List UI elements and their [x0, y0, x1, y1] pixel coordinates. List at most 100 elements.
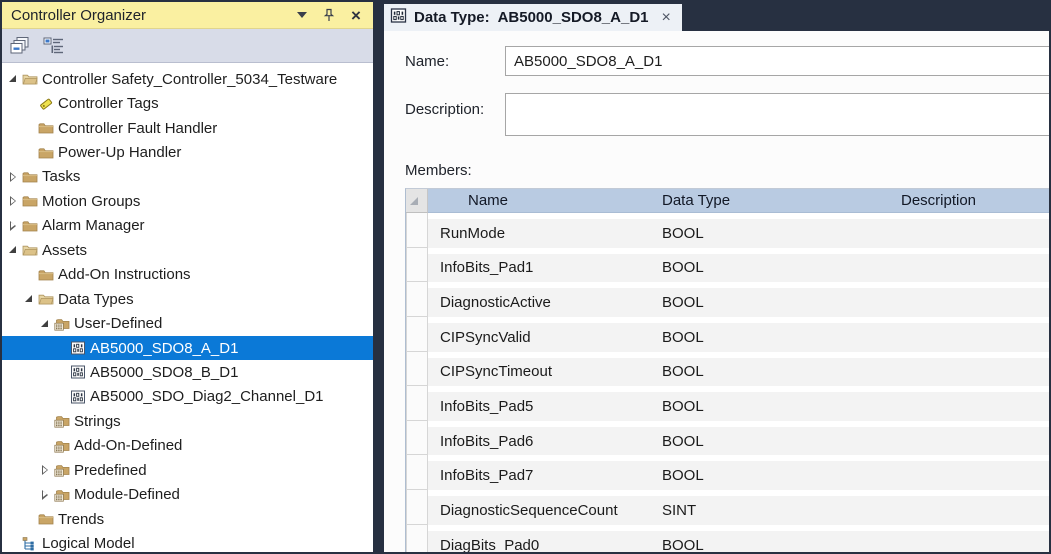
folder-icon — [22, 218, 38, 234]
tree-item-label: Module-Defined — [74, 486, 180, 503]
member-name-cell[interactable]: InfoBits_Pad7 — [428, 467, 652, 484]
tab-close-icon[interactable]: × — [662, 10, 671, 26]
collapse-all-button[interactable] — [7, 33, 33, 59]
tree-item-label: Controller Fault Handler — [58, 120, 217, 137]
member-name-cell[interactable]: InfoBits_Pad1 — [428, 259, 652, 276]
row-selector[interactable] — [406, 386, 428, 421]
table-row[interactable]: DiagnosticSequenceCountSINT — [406, 490, 1049, 525]
expander-collapsed-icon[interactable] — [6, 170, 20, 184]
tree-item-controller-fault-handler[interactable]: Controller Fault Handler — [2, 116, 373, 140]
row-selector[interactable] — [406, 213, 428, 248]
member-data-type-cell[interactable]: BOOL — [652, 398, 890, 415]
tree-item-data-types[interactable]: Data Types — [2, 287, 373, 311]
tree-item-trends[interactable]: Trends — [2, 507, 373, 531]
table-row[interactable]: DiagBits_Pad0BOOL — [406, 525, 1049, 552]
member-name-cell[interactable]: DiagnosticSequenceCount — [428, 502, 652, 519]
row-selector[interactable] — [406, 490, 428, 525]
tree-item-ab5000-sdo-diag2-channel-d1[interactable]: AB5000_SDO_Diag2_Channel_D1 — [2, 385, 373, 409]
member-name-cell[interactable]: CIPSyncTimeout — [428, 363, 652, 380]
panel-title: Controller Organizer — [11, 7, 283, 24]
expander-spacer — [54, 341, 68, 355]
tree-item-logical-model[interactable]: Logical Model — [2, 531, 373, 552]
tree-item-ab5000-sdo8-a-d1[interactable]: AB5000_SDO8_A_D1 — [2, 336, 373, 360]
tree-item-user-defined[interactable]: User-Defined — [2, 311, 373, 335]
member-name-cell[interactable]: CIPSyncValid — [428, 329, 652, 346]
editor-tabbar: Data Type: AB5000_SDO8_A_D1 × — [384, 2, 1049, 31]
column-header-data-type[interactable]: Data Type — [652, 189, 890, 213]
auto-hide-pin-button[interactable] — [321, 7, 337, 23]
tree-item-motion-groups[interactable]: Motion Groups — [2, 189, 373, 213]
folder-open-icon — [22, 242, 38, 258]
member-data-type-cell[interactable]: SINT — [652, 502, 890, 519]
expander-collapsed-icon[interactable] — [38, 463, 52, 477]
expander-expanded-icon[interactable] — [22, 292, 36, 306]
member-name-cell[interactable]: InfoBits_Pad6 — [428, 433, 652, 450]
close-panel-button[interactable]: × — [348, 7, 364, 23]
name-input[interactable] — [505, 46, 1049, 76]
row-selector[interactable] — [406, 455, 428, 490]
tree-item-label: AB5000_SDO_Diag2_Channel_D1 — [90, 388, 324, 405]
table-row[interactable]: InfoBits_Pad1BOOL — [406, 248, 1049, 283]
row-selector[interactable] — [406, 525, 428, 552]
tree-item-label: Strings — [74, 413, 121, 430]
member-data-type-cell[interactable]: BOOL — [652, 294, 890, 311]
column-header-name[interactable]: Name — [428, 189, 652, 213]
tree-item-power-up-handler[interactable]: Power-Up Handler — [2, 140, 373, 164]
folder-icon — [38, 120, 54, 136]
tree-item-add-on-defined[interactable]: Add-On-Defined — [2, 434, 373, 458]
tree: Controller Safety_Controller_5034_Testwa… — [2, 63, 373, 552]
expander-expanded-icon[interactable] — [38, 317, 52, 331]
organizer-view-button[interactable] — [40, 33, 66, 59]
member-data-type-cell[interactable]: BOOL — [652, 225, 890, 242]
udt-folder-icon — [54, 316, 70, 332]
expander-collapsed-icon[interactable] — [6, 194, 20, 208]
tree-item-alarm-manager[interactable]: Alarm Manager — [2, 214, 373, 238]
tab-data-type[interactable]: Data Type: AB5000_SDO8_A_D1 × — [384, 4, 682, 31]
column-header-description[interactable]: Description — [890, 189, 1049, 213]
row-selector[interactable] — [406, 421, 428, 456]
expander-collapsed-icon[interactable] — [38, 488, 52, 502]
member-data-type-cell[interactable]: BOOL — [652, 433, 890, 450]
expander-expanded-icon[interactable] — [6, 72, 20, 86]
table-row[interactable]: DiagnosticActiveBOOL — [406, 282, 1049, 317]
select-all-corner[interactable] — [406, 189, 428, 213]
udt-icon — [70, 340, 86, 356]
member-data-type-cell[interactable]: BOOL — [652, 363, 890, 380]
table-row[interactable]: RunModeBOOL — [406, 213, 1049, 248]
tree-item-controller-safety-controller-5034-testware[interactable]: Controller Safety_Controller_5034_Testwa… — [2, 67, 373, 91]
udt-icon — [70, 364, 86, 380]
row-selector[interactable] — [406, 248, 428, 283]
tree-item-predefined[interactable]: Predefined — [2, 458, 373, 482]
row-selector[interactable] — [406, 282, 428, 317]
description-input[interactable] — [505, 93, 1049, 136]
row-selector[interactable] — [406, 317, 428, 352]
udt-folder-icon — [54, 438, 70, 454]
row-selector[interactable] — [406, 352, 428, 387]
table-row[interactable]: InfoBits_Pad7BOOL — [406, 455, 1049, 490]
member-data-type-cell[interactable]: BOOL — [652, 259, 890, 276]
member-data-type-cell[interactable]: BOOL — [652, 467, 890, 484]
tree-item-assets[interactable]: Assets — [2, 238, 373, 262]
tree-item-add-on-instructions[interactable]: Add-On Instructions — [2, 263, 373, 287]
tree-item-label: Trends — [58, 511, 104, 528]
expander-spacer — [22, 146, 36, 160]
member-data-type-cell[interactable]: BOOL — [652, 329, 890, 346]
tree-item-tasks[interactable]: Tasks — [2, 165, 373, 189]
member-name-cell[interactable]: DiagBits_Pad0 — [428, 537, 652, 552]
table-row[interactable]: InfoBits_Pad5BOOL — [406, 386, 1049, 421]
tree-item-strings[interactable]: Strings — [2, 409, 373, 433]
tree-item-controller-tags[interactable]: Controller Tags — [2, 91, 373, 115]
expander-collapsed-icon[interactable] — [6, 219, 20, 233]
member-name-cell[interactable]: RunMode — [428, 225, 652, 242]
table-row[interactable]: CIPSyncValidBOOL — [406, 317, 1049, 352]
tree-item-ab5000-sdo8-b-d1[interactable]: AB5000_SDO8_B_D1 — [2, 360, 373, 384]
member-name-cell[interactable]: InfoBits_Pad5 — [428, 398, 652, 415]
window-position-button[interactable] — [294, 7, 310, 23]
expander-expanded-icon[interactable] — [6, 243, 20, 257]
tree-item-module-defined[interactable]: Module-Defined — [2, 482, 373, 506]
pin-icon — [323, 8, 335, 23]
member-name-cell[interactable]: DiagnosticActive — [428, 294, 652, 311]
table-row[interactable]: InfoBits_Pad6BOOL — [406, 421, 1049, 456]
member-data-type-cell[interactable]: BOOL — [652, 537, 890, 552]
table-row[interactable]: CIPSyncTimeoutBOOL — [406, 352, 1049, 387]
